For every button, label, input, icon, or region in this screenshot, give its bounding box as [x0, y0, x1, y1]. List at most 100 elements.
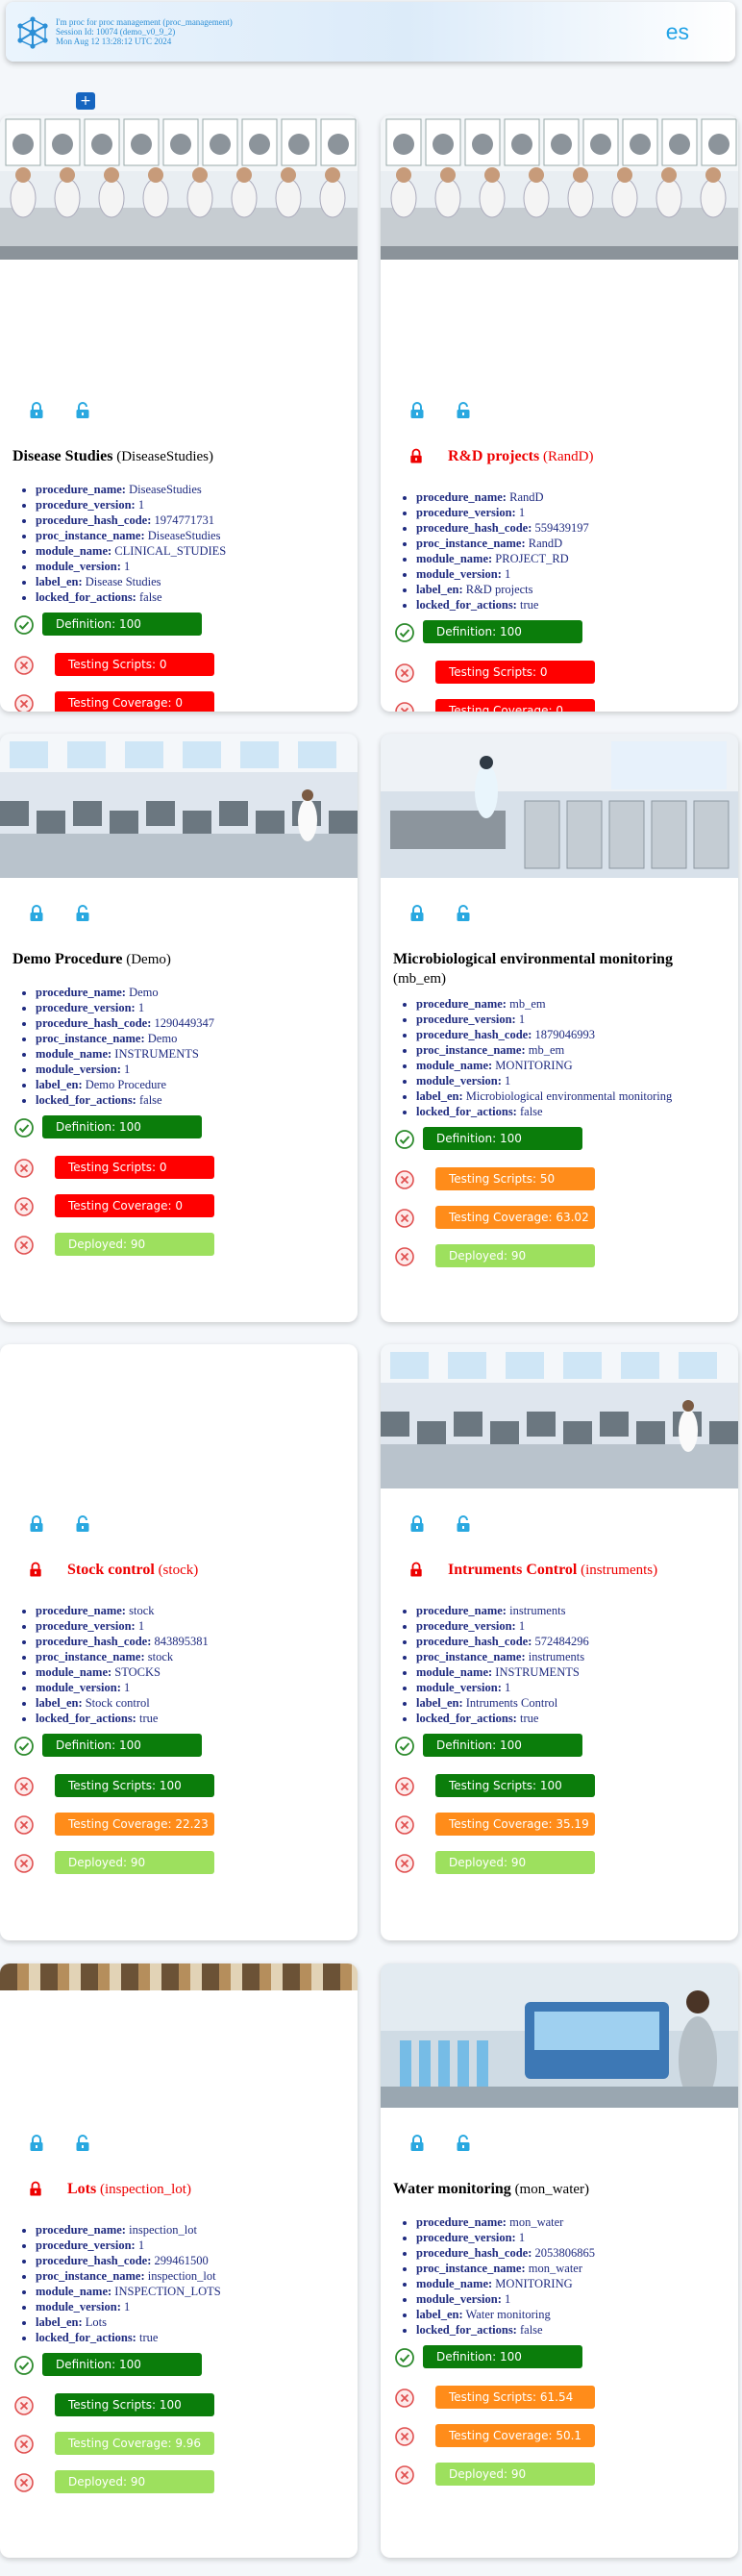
property-key: module_version:	[416, 567, 502, 581]
status-row: Deployed: 90	[13, 1851, 244, 1876]
procedure-properties: procedure_name: RandDprocedure_version: …	[381, 489, 589, 613]
check-circle-icon	[395, 2348, 414, 2367]
property-item: procedure_name: mon_water	[416, 2214, 595, 2230]
error-circle-icon	[14, 1236, 34, 1255]
property-key: procedure_name:	[416, 997, 507, 1011]
add-procedure-button[interactable]: +	[76, 92, 95, 110]
error-circle-icon	[395, 2388, 414, 2408]
procedure-title: Microbiological environmental monitoring…	[393, 950, 729, 988]
card-actions	[409, 905, 502, 922]
molecule-logo-icon[interactable]	[15, 15, 50, 50]
unlock-icon[interactable]	[75, 2135, 90, 2152]
property-item: procedure_hash_code: 559439197	[416, 520, 589, 536]
property-value: R&D projects	[462, 583, 533, 596]
property-item: locked_for_actions: true	[36, 2330, 221, 2345]
property-value: 1	[501, 1681, 511, 1694]
unlock-icon[interactable]	[456, 905, 471, 922]
locked-lock-icon	[410, 448, 422, 463]
property-key: module_version:	[36, 560, 121, 573]
procedure-card[interactable]: R&D projects (RandD) procedure_name: Rand…	[381, 115, 738, 712]
procedure-name: Demo Procedure	[12, 951, 123, 967]
unlock-icon[interactable]	[75, 905, 90, 922]
property-item: procedure_hash_code: 2053806865	[416, 2245, 595, 2261]
status-row: Definition: 100	[394, 2345, 625, 2370]
procedure-code: (Demo)	[122, 952, 171, 967]
property-key: module_name:	[36, 2285, 112, 2298]
procedure-card[interactable]: Water monitoring (mon_water) procedure_na…	[381, 1963, 738, 2558]
error-circle-icon	[14, 694, 34, 712]
lock-icon[interactable]	[29, 2135, 44, 2152]
property-item: locked_for_actions: false	[416, 1104, 672, 1119]
procedure-code: (instruments)	[577, 1563, 658, 1578]
lock-icon[interactable]	[29, 1515, 44, 1533]
error-circle-icon	[395, 1170, 414, 1189]
property-item: module_version: 1	[416, 1073, 672, 1088]
property-item: label_en: Water monitoring	[416, 2307, 595, 2322]
lab-image	[381, 734, 738, 878]
procedure-title: Demo Procedure (Demo)	[12, 950, 348, 969]
property-value: mb_em	[525, 1043, 565, 1057]
lock-icon[interactable]	[409, 402, 425, 419]
status-row: Testing Coverage: 0	[394, 699, 625, 712]
status-row: Testing Coverage: 22.23	[13, 1813, 244, 1838]
lock-icon[interactable]	[409, 905, 425, 922]
property-item: module_version: 1	[36, 559, 226, 574]
property-item: procedure_version: 1	[416, 2230, 595, 2245]
procedure-card[interactable]: Disease Studies (DiseaseStudies) procedur…	[0, 115, 358, 712]
property-value: Microbiological environmental monitoring	[462, 1089, 673, 1103]
procedure-card[interactable]: Intruments Control (instruments) procedur…	[381, 1344, 738, 1940]
status-badge: Definition: 100	[42, 613, 202, 636]
property-item: label_en: Stock control	[36, 1695, 209, 1711]
check-circle-icon	[14, 615, 34, 635]
procedure-card[interactable]: Stock control (stock) procedure_name: sto…	[0, 1344, 358, 1940]
unlock-icon[interactable]	[75, 1515, 90, 1533]
procedure-card[interactable]: Lots (inspection_lot) procedure_name: ins…	[0, 1963, 358, 2558]
procedure-card[interactable]: Microbiological environmental monitoring…	[381, 734, 738, 1322]
status-row: Testing Scripts: 50	[394, 1167, 625, 1192]
property-key: label_en:	[416, 1696, 463, 1710]
status-badge: Definition: 100	[423, 1127, 582, 1150]
lock-icon[interactable]	[29, 905, 44, 922]
language-toggle[interactable]: es	[666, 19, 689, 45]
error-circle-icon	[14, 2473, 34, 2492]
property-item: procedure_version: 1	[36, 1000, 214, 1015]
error-circle-icon	[395, 1777, 414, 1796]
lock-icon[interactable]	[409, 2135, 425, 2152]
app-header: I'm proc for proc management (proc_manag…	[6, 2, 735, 62]
status-row: Definition: 100	[394, 1734, 625, 1759]
unlock-icon[interactable]	[456, 2135, 471, 2152]
property-key: module_name:	[36, 1665, 112, 1679]
property-key: procedure_hash_code:	[416, 521, 532, 535]
property-value: 1	[135, 498, 145, 512]
property-item: module_version: 1	[416, 1680, 589, 1695]
error-circle-icon	[395, 663, 414, 683]
property-item: procedure_hash_code: 1290449347	[36, 1015, 214, 1031]
property-key: label_en:	[36, 1696, 83, 1710]
property-key: label_en:	[36, 575, 83, 588]
procedure-title: R&D projects (RandD)	[448, 447, 729, 466]
unlock-icon[interactable]	[75, 402, 90, 419]
status-badge: Testing Scripts: 100	[55, 2393, 214, 2416]
property-item: procedure_name: DiseaseStudies	[36, 482, 226, 497]
status-badge: Definition: 100	[42, 1734, 202, 1757]
property-value: 1	[515, 2231, 526, 2244]
property-value: 1	[515, 1619, 526, 1633]
procedure-name: Lots	[67, 2181, 97, 2197]
unlock-icon[interactable]	[456, 402, 471, 419]
lock-icon[interactable]	[29, 402, 44, 419]
property-key: procedure_version:	[416, 1619, 516, 1633]
property-key: procedure_name:	[36, 483, 126, 496]
property-key: procedure_hash_code:	[36, 2254, 152, 2267]
unlock-icon[interactable]	[456, 1515, 471, 1533]
procedure-properties: procedure_name: stockprocedure_version: …	[0, 1603, 209, 1726]
property-key: procedure_name:	[36, 986, 126, 999]
property-key: label_en:	[416, 1089, 463, 1103]
property-item: proc_instance_name: stock	[36, 1649, 209, 1664]
lock-icon[interactable]	[409, 1515, 425, 1533]
property-key: label_en:	[416, 583, 463, 596]
property-item: procedure_hash_code: 1879046993	[416, 1027, 672, 1042]
procedure-card[interactable]: Demo Procedure (Demo) procedure_name: Dem…	[0, 734, 358, 1322]
status-badge: Testing Coverage: 63.02	[435, 1206, 595, 1229]
lab-image	[0, 734, 358, 878]
status-badge: Testing Coverage: 0	[55, 1194, 214, 1217]
